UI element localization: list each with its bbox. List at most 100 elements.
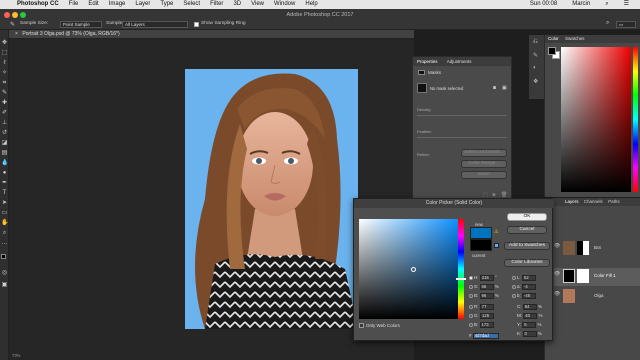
menu-window[interactable]: Window: [269, 0, 300, 9]
brightness-input[interactable]: 96: [479, 292, 494, 299]
document-image[interactable]: [185, 69, 358, 329]
color-panel-foreground[interactable]: [548, 47, 556, 55]
layer-row[interactable]: 👁 Olga: [554, 288, 640, 306]
gradient-tool-icon[interactable]: ▤: [1, 150, 8, 157]
lab-b-radio[interactable]: [512, 293, 516, 298]
hand-tool-icon[interactable]: ✋: [1, 220, 8, 227]
sample-size-select[interactable]: Point Sample: [60, 21, 102, 28]
hue-radio[interactable]: [469, 275, 473, 280]
tab-close-icon[interactable]: ×: [15, 31, 18, 37]
sample-select[interactable]: All Layers: [122, 21, 188, 28]
blur-tool-icon[interactable]: 💧: [1, 160, 8, 167]
tab-properties[interactable]: Properties: [413, 59, 442, 64]
dodge-tool-icon[interactable]: ●: [1, 170, 8, 177]
red-radio[interactable]: [469, 304, 473, 309]
menu-3d[interactable]: 3D: [228, 0, 246, 9]
history-brush-icon[interactable]: ↺: [1, 130, 8, 137]
current-color-swatch[interactable]: [470, 239, 492, 251]
shape-tool-icon[interactable]: ▭: [1, 210, 8, 217]
tab-swatches[interactable]: Swatches: [565, 36, 585, 41]
adjustments-icon[interactable]: ◐: [533, 65, 537, 71]
lab-a-input[interactable]: -4: [522, 283, 537, 290]
red-input[interactable]: 77: [479, 303, 494, 310]
menu-help[interactable]: Help: [300, 0, 322, 9]
color-spectrum-field[interactable]: [561, 47, 631, 192]
saturation-input[interactable]: 56: [479, 283, 494, 290]
libraries-icon[interactable]: ❖: [533, 78, 538, 85]
move-tool-icon[interactable]: ✥: [1, 40, 8, 47]
color-range-button[interactable]: Color Range...: [461, 160, 507, 168]
history-icon[interactable]: ⎌: [533, 39, 538, 46]
hue-slider[interactable]: [456, 219, 466, 319]
feather-slider[interactable]: [417, 137, 507, 138]
color-field-cursor[interactable]: [411, 267, 416, 272]
hue-slider-handle[interactable]: [456, 278, 466, 280]
more-tools-icon[interactable]: …: [1, 240, 8, 247]
crop-tool-icon[interactable]: ⌗: [1, 80, 8, 87]
zoom-level[interactable]: 73%: [12, 353, 20, 358]
visibility-eye-icon[interactable]: 👁: [554, 271, 560, 277]
tab-channels[interactable]: Channels: [584, 199, 603, 204]
zoom-tool-icon[interactable]: ⌕: [1, 230, 8, 237]
search-icon[interactable]: ⌕: [600, 0, 613, 9]
hue-input[interactable]: 215: [479, 274, 494, 281]
brightness-radio[interactable]: [469, 293, 473, 298]
menu-image[interactable]: Image: [104, 0, 131, 9]
web-safe-cube-icon[interactable]: [494, 243, 499, 248]
show-ring-checkbox[interactable]: [194, 22, 199, 27]
menu-edit[interactable]: Edit: [83, 0, 103, 9]
lab-l-radio[interactable]: [512, 275, 516, 280]
marquee-tool-icon[interactable]: ⬚: [1, 50, 8, 57]
healing-tool-icon[interactable]: ✚: [1, 100, 8, 107]
screen-mode-icon[interactable]: ▣: [1, 282, 8, 289]
menu-view[interactable]: View: [246, 0, 269, 9]
only-web-colors-checkbox[interactable]: [359, 323, 364, 328]
menu-filter[interactable]: Filter: [205, 0, 228, 9]
layer-row[interactable]: 👁 Bot: [554, 240, 640, 258]
menu-list-icon[interactable]: ☰: [619, 0, 634, 9]
cancel-button[interactable]: Cancel: [507, 226, 547, 234]
foreground-color-swatch[interactable]: [1, 254, 6, 259]
eyedropper-tool-icon[interactable]: ✎: [1, 90, 8, 97]
brush-tool-icon[interactable]: ✐: [1, 110, 8, 117]
color-libraries-button[interactable]: Color Libraries: [504, 259, 550, 267]
lasso-tool-icon[interactable]: ℓ: [1, 60, 8, 67]
eraser-tool-icon[interactable]: ◪: [1, 140, 8, 147]
hue-slider[interactable]: [633, 47, 638, 192]
blue-input[interactable]: 173: [479, 321, 494, 328]
quick-mask-icon[interactable]: ◎: [1, 270, 8, 277]
green-radio[interactable]: [469, 313, 473, 318]
path-select-tool-icon[interactable]: ➤: [1, 200, 8, 207]
layer-row-selected[interactable]: 👁 Color Fill 1: [554, 268, 640, 286]
saturation-radio[interactable]: [469, 284, 473, 289]
add-pixel-mask-icon[interactable]: ◙: [493, 85, 496, 91]
green-input[interactable]: 125: [480, 312, 495, 319]
tab-color[interactable]: Color: [548, 36, 559, 41]
brush-settings-icon[interactable]: ✎: [533, 52, 538, 59]
menu-type[interactable]: Type: [155, 0, 178, 9]
out-of-gamut-icon[interactable]: ⚠: [494, 229, 498, 235]
lab-b-input[interactable]: -45: [522, 292, 537, 299]
search-icon[interactable]: ⌕: [606, 20, 609, 27]
magenta-input[interactable]: 40: [523, 312, 538, 319]
eyedropper-tool-icon[interactable]: ✎: [10, 21, 15, 28]
visibility-eye-icon[interactable]: 👁: [554, 243, 560, 249]
hex-input[interactable]: 4d7dad: [472, 332, 499, 339]
add-vector-mask-icon[interactable]: ▣: [502, 85, 507, 91]
menu-file[interactable]: File: [64, 0, 84, 9]
menu-select[interactable]: Select: [178, 0, 205, 9]
menu-layer[interactable]: Layer: [130, 0, 155, 9]
tab-paths[interactable]: Paths: [608, 199, 620, 204]
quick-select-tool-icon[interactable]: ✧: [1, 70, 8, 77]
density-slider[interactable]: [417, 115, 507, 116]
pen-tool-icon[interactable]: ✒: [1, 180, 8, 187]
cyan-input[interactable]: 84: [522, 303, 537, 310]
user-name[interactable]: Marcin: [567, 0, 595, 9]
tab-adjustments[interactable]: Adjustments: [443, 59, 476, 64]
visibility-eye-icon[interactable]: 👁: [554, 291, 560, 297]
blue-radio[interactable]: [469, 322, 473, 327]
menu-app-name[interactable]: Photoshop CC: [12, 0, 64, 9]
lab-l-input[interactable]: 52: [522, 274, 537, 281]
document-tab[interactable]: Portrait 3 Olga.psd @ 73% (Olga, RGB/16*…: [22, 31, 119, 37]
add-to-swatches-button[interactable]: Add to Swatches: [504, 242, 550, 250]
